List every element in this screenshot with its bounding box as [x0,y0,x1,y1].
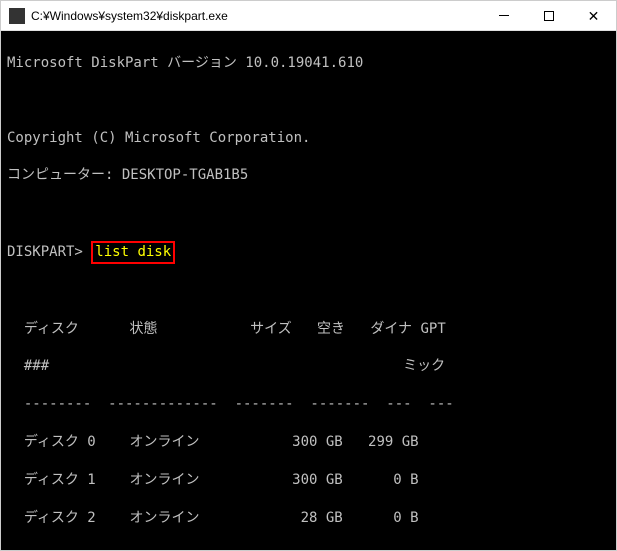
disk-header-1: ディスク 状態 サイズ 空き ダイナ GPT [7,320,610,339]
titlebar[interactable]: C:¥Windows¥system32¥diskpart.exe ✕ [1,1,616,31]
disk-row: ディスク 0 オンライン 300 GB 299 GB [7,433,610,452]
disk-divider: -------- ------------- ------- ------- -… [7,395,610,414]
blank-line [7,92,610,110]
window-controls: ✕ [481,1,616,31]
version-line: Microsoft DiskPart バージョン 10.0.19041.610 [7,54,610,73]
terminal-output[interactable]: Microsoft DiskPart バージョン 10.0.19041.610 … [1,31,616,550]
blank-line [7,546,610,550]
window-title: C:¥Windows¥system32¥diskpart.exe [31,9,481,23]
prompt-line-1: DISKPART> list disk [7,241,610,264]
computer-line: コンピューター: DESKTOP-TGAB1B5 [7,166,610,185]
disk-row: ディスク 1 オンライン 300 GB 0 B [7,471,610,490]
app-icon [9,8,25,24]
minimize-button[interactable] [481,1,526,31]
disk-header-2: ### ミック [7,357,610,376]
prompt: DISKPART> [7,244,83,260]
close-button[interactable]: ✕ [571,1,616,31]
blank-line [7,204,610,222]
copyright-line: Copyright (C) Microsoft Corporation. [7,129,610,148]
maximize-icon [544,11,554,21]
blank-line [7,283,610,301]
disk-row: ディスク 2 オンライン 28 GB 0 B [7,509,610,528]
minimize-icon [499,15,509,16]
maximize-button[interactable] [526,1,571,31]
app-window: C:¥Windows¥system32¥diskpart.exe ✕ Micro… [0,0,617,551]
close-icon: ✕ [588,9,600,23]
command-highlight: list disk [91,241,175,264]
